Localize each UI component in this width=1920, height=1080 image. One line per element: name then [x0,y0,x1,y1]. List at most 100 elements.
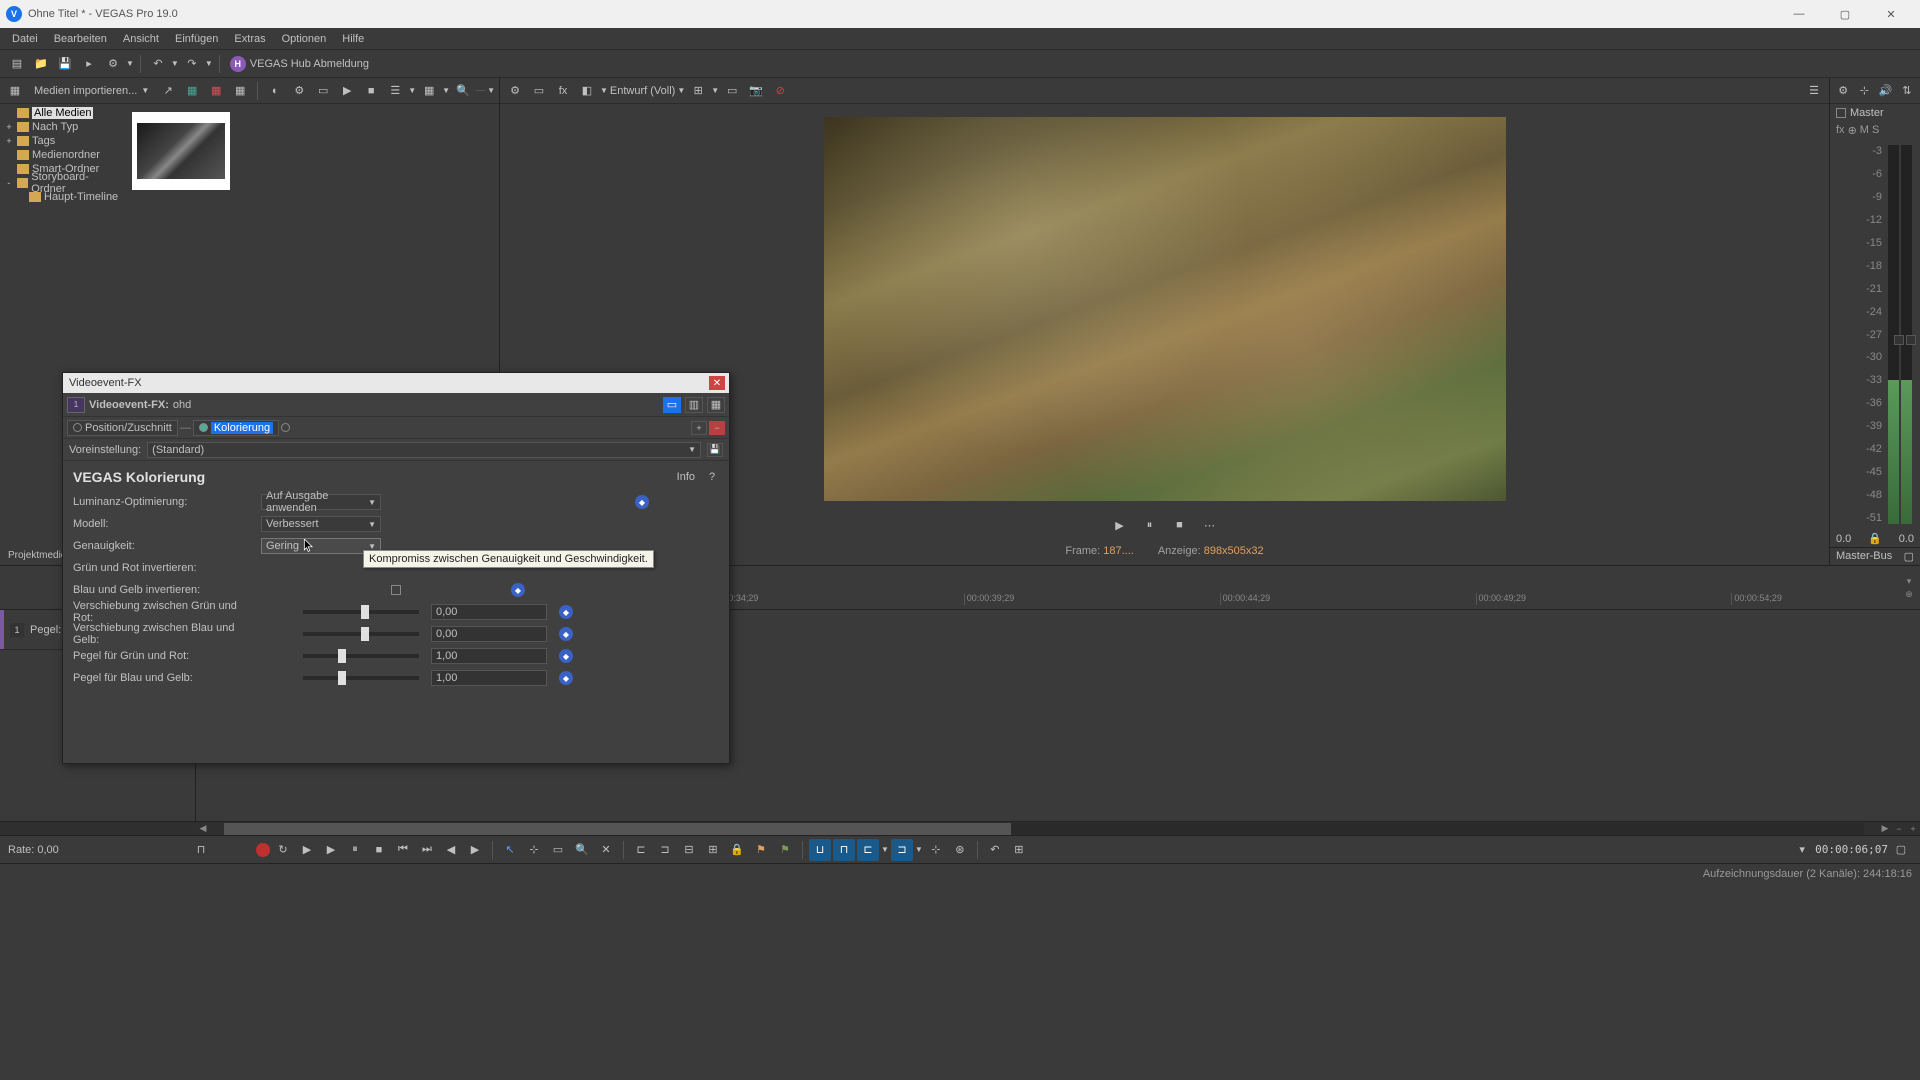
preview-icon[interactable]: ▭ [528,80,550,102]
menu-hilfe[interactable]: Hilfe [334,30,372,48]
search-field[interactable] [476,90,485,91]
slider[interactable] [303,654,419,658]
shuttle-icon[interactable]: ⊓ [190,839,212,861]
scroll-track[interactable] [224,823,1864,835]
lock-icon[interactable]: 🔒 [726,839,748,861]
cursor-tool-icon[interactable]: ↖ [499,839,521,861]
mute-button[interactable]: M [1860,124,1869,137]
bg-invert-checkbox[interactable] [391,585,401,595]
slider-thumb[interactable] [361,627,369,641]
expand-icon[interactable]: ▢ [1890,839,1912,861]
save-preset-button[interactable]: 💾 [707,443,723,457]
redo-dropdown-icon[interactable]: ▼ [205,59,213,68]
solo-button[interactable]: S [1872,124,1879,137]
properties-icon[interactable]: ⚙ [102,53,124,75]
zoom-out-icon[interactable]: − [1892,824,1906,834]
search-icon[interactable]: 🔍 [452,80,474,102]
snap-icon[interactable]: ⊏ [857,839,879,861]
sliders-icon[interactable]: ⇅ [1898,80,1916,102]
slider-thumb[interactable] [338,649,346,663]
fx-chain-item-colorize[interactable]: Kolorierung [193,420,279,436]
play-icon[interactable]: ▶ [1109,514,1131,536]
view-mode-button[interactable]: ▭ [663,397,681,413]
view-mode-button[interactable]: ▦ [707,397,725,413]
toolbar-icon[interactable]: ▭ [721,80,743,102]
vegas-hub-button[interactable]: H VEGAS Hub Abmeldung [230,56,369,72]
minimize-button[interactable]: — [1776,0,1822,28]
render-icon[interactable]: ▸ [78,53,100,75]
lock-icon[interactable]: 🔒 [1868,532,1882,545]
dropdown-icon[interactable]: ▼ [126,59,134,68]
value-field[interactable]: 0,00 [431,626,547,642]
undo-dropdown-icon[interactable]: ▼ [171,59,179,68]
tool-icon[interactable]: ⊞ [702,839,724,861]
view-icon[interactable]: ▦ [418,80,440,102]
tree-item-media-folders[interactable]: Medienordner [2,148,122,162]
undo-icon[interactable]: ↶ [147,53,169,75]
stop-icon[interactable]: ■ [360,80,382,102]
region-icon[interactable]: ⚑ [774,839,796,861]
save-icon[interactable]: 💾 [54,53,76,75]
maximize-button[interactable]: ▢ [1822,0,1868,28]
next-frame-icon[interactable]: ▶ [464,839,486,861]
snap-icon[interactable]: ⊔ [809,839,831,861]
dropdown-icon[interactable]: ▼ [408,86,416,95]
dropdown-icon[interactable]: ▼ [442,86,450,95]
new-icon[interactable]: ▤ [6,53,28,75]
view-mode-button[interactable]: ▥ [685,397,703,413]
info-link[interactable]: Info [677,471,695,483]
animate-button[interactable]: ◆ [559,671,573,685]
expand-icon[interactable]: ▢ [1904,550,1914,563]
menu-extras[interactable]: Extras [226,30,273,48]
scroll-left-icon[interactable]: ◀ [196,823,210,834]
value-field[interactable]: 1,00 [431,670,547,686]
pause-icon[interactable]: ⏸ [1139,514,1161,536]
dropdown-icon[interactable]: ▼ [711,86,719,95]
media-icon[interactable]: ▦ [4,80,26,102]
tool-icon[interactable]: ⊹ [523,839,545,861]
animate-button[interactable]: ◆ [559,627,573,641]
tree-item-by-type[interactable]: +Nach Typ [2,120,122,134]
play-icon[interactable]: ▶ [320,839,342,861]
selection-tool-icon[interactable]: ▭ [547,839,569,861]
quality-label[interactable]: Entwurf (Voll) [610,85,675,97]
animate-button[interactable]: ◆ [559,605,573,619]
remove-fx-button[interactable]: − [709,421,725,435]
redo-icon[interactable]: ↷ [181,53,203,75]
record-button[interactable] [256,843,270,857]
gear-icon[interactable]: ⚙ [504,80,526,102]
dropdown-icon[interactable]: ▼ [677,86,685,95]
bypass-toggle[interactable] [73,423,82,432]
value-field[interactable]: 0,00 [431,604,547,620]
fx-chain-item-position[interactable]: Position/Zuschnitt [67,420,178,436]
slider-thumb[interactable] [361,605,369,619]
gear-icon[interactable]: ⚙ [288,80,310,102]
go-start-icon[interactable]: ⏮ [392,839,414,861]
dropdown-icon[interactable]: ▼ [487,86,495,95]
slider[interactable] [303,632,419,636]
dropdown-icon[interactable]: ▼ [600,86,608,95]
split-icon[interactable]: ⊟ [678,839,700,861]
tree-item-storyboard-folders[interactable]: -Storyboard-Ordner [2,176,122,190]
menu-datei[interactable]: Datei [4,30,46,48]
volume-icon[interactable]: 🔊 [1877,80,1895,102]
prev-frame-icon[interactable]: ◀ [440,839,462,861]
overlay-icon[interactable]: ⊞ [687,80,709,102]
snapshot-icon[interactable]: 📷 [745,80,767,102]
tree-item-tags[interactable]: +Tags [2,134,122,148]
stop-icon[interactable]: ■ [368,839,390,861]
record-icon[interactable]: ⊘ [769,80,791,102]
toolbar-icon[interactable]: ▭ [312,80,334,102]
animate-button[interactable]: ◆ [559,649,573,663]
zoom-in-icon[interactable]: + [1906,824,1920,834]
delete-icon[interactable]: ✕ [595,839,617,861]
slider[interactable] [303,610,419,614]
toolbar-icon[interactable]: ▦ [205,80,227,102]
slider-thumb[interactable] [338,671,346,685]
menu-einfuegen[interactable]: Einfügen [167,30,226,48]
animate-button[interactable]: ◆ [635,495,649,509]
close-icon[interactable]: ✕ [709,376,725,390]
tool-icon[interactable]: ⊛ [949,839,971,861]
toolbar-icon[interactable]: ⊹ [1855,80,1873,102]
fx-icon[interactable]: fx [552,80,574,102]
